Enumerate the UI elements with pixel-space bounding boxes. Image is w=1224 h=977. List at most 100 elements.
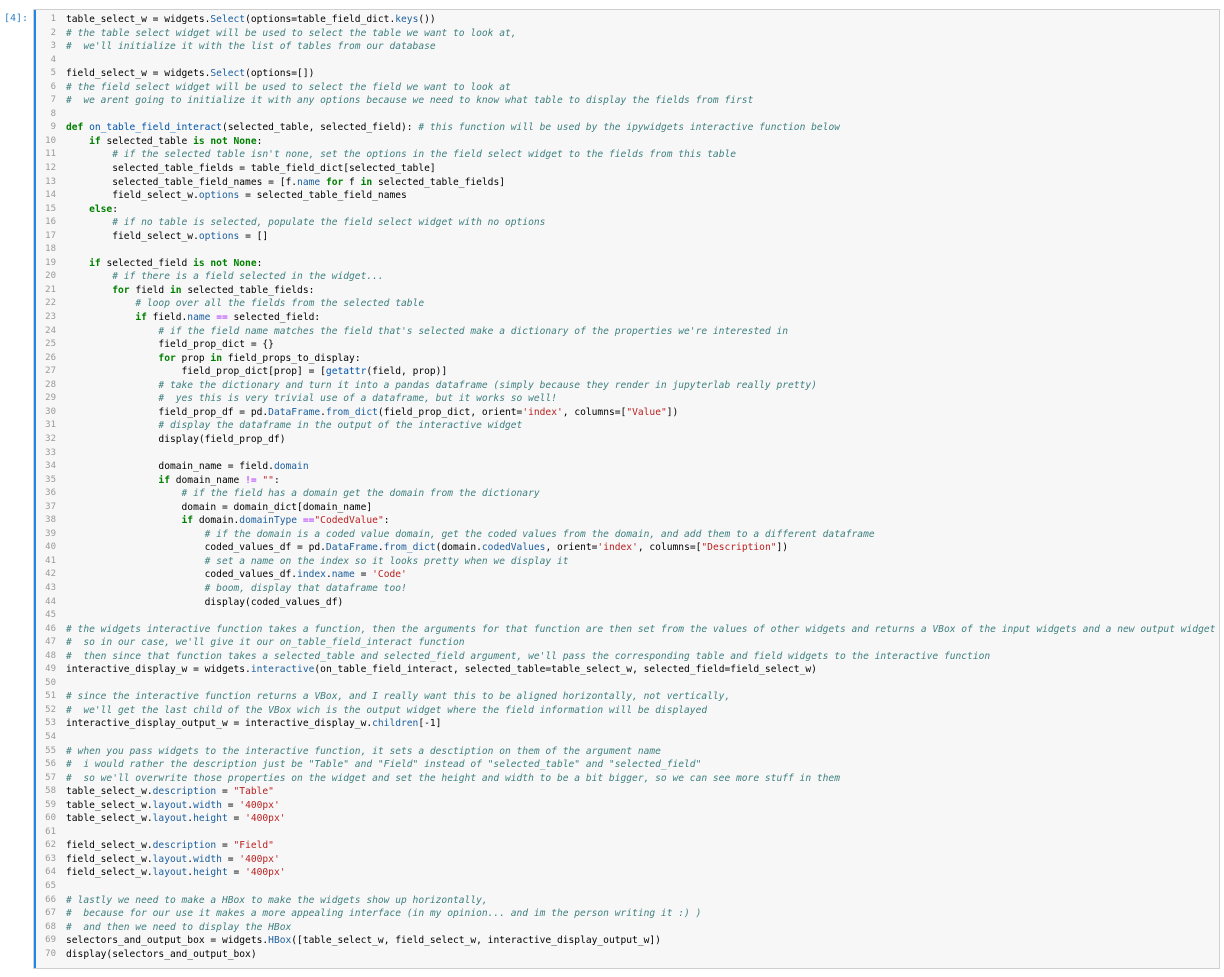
code-line[interactable]: 27 field_prop_dict[prop] = [getattr(fiel… bbox=[34, 365, 1219, 379]
code-token: '400px' bbox=[239, 799, 280, 811]
code-line[interactable]: 53 interactive_display_output_w = interac… bbox=[34, 717, 1219, 731]
code-line[interactable]: 68 # and then we need to display the HBox bbox=[34, 921, 1219, 935]
line-number: 37 bbox=[45, 501, 56, 512]
code-line[interactable]: 45 bbox=[34, 609, 1219, 623]
line-text: display(coded_values_df) bbox=[56, 596, 344, 610]
code-token: table_select_w. bbox=[66, 799, 153, 811]
code-line[interactable]: 49 interactive_display_w = widgets.intera… bbox=[34, 663, 1219, 677]
line-text: # boom, display that dataframe too! bbox=[56, 582, 407, 596]
code-cell[interactable]: 1 table_select_w = widgets.Select(options… bbox=[33, 9, 1220, 969]
code-line[interactable]: 63 field_select_w.layout.width = '400px' bbox=[34, 853, 1219, 867]
code-line[interactable]: 69 selectors_and_output_box = widgets.HBo… bbox=[34, 934, 1219, 948]
code-token: # if the field name matches the field th… bbox=[158, 325, 788, 337]
code-line[interactable]: 67 # because for our use it makes a more … bbox=[34, 907, 1219, 921]
code-token: field_props_to_display: bbox=[227, 352, 361, 364]
code-line[interactable]: 40 coded_values_df = pd.DataFrame.from_d… bbox=[34, 541, 1219, 555]
code-line[interactable]: 51 # since the interactive function retur… bbox=[34, 690, 1219, 704]
code-token: : bbox=[112, 203, 118, 215]
code-line[interactable]: 18 bbox=[34, 243, 1219, 257]
code-line[interactable]: 20 # if there is a field selected in the… bbox=[34, 270, 1219, 284]
code-line[interactable]: 19 if selected_field is not None: bbox=[34, 257, 1219, 271]
code-line[interactable]: 5 field_select_w = widgets.Select(options… bbox=[34, 67, 1219, 81]
code-line[interactable]: 17 field_select_w.options = [] bbox=[34, 230, 1219, 244]
code-line[interactable]: 1 table_select_w = widgets.Select(options… bbox=[34, 13, 1219, 27]
line-text: if domain.domainType =="CodedValue": bbox=[56, 514, 390, 528]
code-token: # boom, display that dataframe too! bbox=[204, 582, 407, 594]
code-line[interactable]: 34 domain_name = field.domain bbox=[34, 460, 1219, 474]
code-line[interactable]: 24 # if the field name matches the field… bbox=[34, 325, 1219, 339]
code-line[interactable]: 33 bbox=[34, 447, 1219, 461]
code-line[interactable]: 55 # when you pass widgets to the interac… bbox=[34, 745, 1219, 759]
code-token: , columns=[ bbox=[637, 542, 702, 554]
code-token: layout bbox=[152, 799, 188, 811]
code-line[interactable]: 59 table_select_w.layout.width = '400px' bbox=[34, 799, 1219, 813]
code-line[interactable]: 13 selected_table_field_names = [f.name … bbox=[34, 176, 1219, 190]
code-line[interactable]: 2 # the table select widget will be used … bbox=[34, 27, 1219, 41]
code-token: selected_table_field_names = [f. bbox=[66, 176, 298, 188]
code-line[interactable]: 42 coded_values_df.index.name = 'Code' bbox=[34, 568, 1219, 582]
line-number: 39 bbox=[45, 528, 56, 539]
code-line[interactable]: 4 bbox=[34, 54, 1219, 68]
code-line[interactable]: 23 if field.name == selected_field: bbox=[34, 311, 1219, 325]
code-line[interactable]: 15 else: bbox=[34, 203, 1219, 217]
code-line[interactable]: 64 field_select_w.layout.height = '400px' bbox=[34, 866, 1219, 880]
code-token: layout bbox=[152, 853, 188, 865]
code-token: = [] bbox=[239, 230, 269, 242]
code-line[interactable]: 11 # if the selected table isn't none, s… bbox=[34, 148, 1219, 162]
code-line[interactable]: 29 # yes this is very trivial use of a d… bbox=[34, 392, 1219, 406]
line-text: # then since that function takes a selec… bbox=[56, 650, 990, 664]
code-token: field_prop_dict = {} bbox=[66, 339, 274, 351]
line-text: # if no table is selected, populate the … bbox=[56, 216, 545, 230]
code-line[interactable]: 22 # loop over all the fields from the s… bbox=[34, 297, 1219, 311]
code-line[interactable]: 25 field_prop_dict = {} bbox=[34, 338, 1219, 352]
code-line[interactable]: 36 # if the field has a domain get the d… bbox=[34, 487, 1219, 501]
code-line[interactable]: 12 selected_table_fields = table_field_d… bbox=[34, 162, 1219, 176]
code-token: field_prop_df = pd. bbox=[66, 406, 269, 418]
code-line[interactable]: 35 if domain_name != "": bbox=[34, 474, 1219, 488]
code-line[interactable]: 60 table_select_w.layout.height = '400px' bbox=[34, 812, 1219, 826]
code-line[interactable]: 70 display(selectors_and_output_box) bbox=[34, 948, 1219, 962]
code-line[interactable]: 66 # lastly we need to make a HBox to mak… bbox=[34, 894, 1219, 908]
code-line[interactable]: 58 table_select_w.description = "Table" bbox=[34, 785, 1219, 799]
code-line[interactable]: 43 # boom, display that dataframe too! bbox=[34, 582, 1219, 596]
code-line[interactable]: 39 # if the domain is a coded value doma… bbox=[34, 528, 1219, 542]
line-text: # the field select widget will be used t… bbox=[56, 81, 511, 95]
code-line[interactable]: 32 display(field_prop_df) bbox=[34, 433, 1219, 447]
line-number: 29 bbox=[45, 393, 56, 404]
code-line[interactable]: 31 # display the dataframe in the output… bbox=[34, 419, 1219, 433]
code-line[interactable]: 6 # the field select widget will be used … bbox=[34, 81, 1219, 95]
line-text: # the widgets interactive function takes… bbox=[56, 623, 1215, 637]
code-line[interactable]: 3 # we'll initialize it with the list of … bbox=[34, 40, 1219, 54]
code-line[interactable]: 30 field_prop_df = pd.DataFrame.from_dic… bbox=[34, 406, 1219, 420]
code-line[interactable]: 57 # so we'll overwrite those properties … bbox=[34, 772, 1219, 786]
code-line[interactable]: 37 domain = domain_dict[domain_name] bbox=[34, 501, 1219, 515]
code-editor[interactable]: 1 table_select_w = widgets.Select(options… bbox=[34, 13, 1219, 961]
code-line[interactable]: 56 # i would rather the description just … bbox=[34, 758, 1219, 772]
code-line[interactable]: 44 display(coded_values_df) bbox=[34, 596, 1219, 610]
code-line[interactable]: 61 bbox=[34, 826, 1219, 840]
code-line[interactable]: 14 field_select_w.options = selected_tab… bbox=[34, 189, 1219, 203]
code-line[interactable]: 52 # we'll get the last child of the VBox… bbox=[34, 704, 1219, 718]
code-line[interactable]: 10 if selected_table is not None: bbox=[34, 135, 1219, 149]
code-line[interactable]: 46 # the widgets interactive function tak… bbox=[34, 623, 1219, 637]
code-line[interactable]: 62 field_select_w.description = "Field" bbox=[34, 839, 1219, 853]
code-line[interactable]: 7 # we arent going to initialize it with … bbox=[34, 94, 1219, 108]
code-line[interactable]: 47 # so in our case, we'll give it our on… bbox=[34, 636, 1219, 650]
code-line[interactable]: 41 # set a name on the index so it looks… bbox=[34, 555, 1219, 569]
code-line[interactable]: 16 # if no table is selected, populate t… bbox=[34, 216, 1219, 230]
code-line[interactable]: 38 if domain.domainType =="CodedValue": bbox=[34, 514, 1219, 528]
code-line[interactable]: 9 def on_table_field_interact(selected_ta… bbox=[34, 121, 1219, 135]
line-text: # lastly we need to make a HBox to make … bbox=[56, 894, 488, 908]
code-line[interactable]: 28 # take the dictionary and turn it int… bbox=[34, 379, 1219, 393]
code-line[interactable]: 65 bbox=[34, 880, 1219, 894]
code-token: (field, prop)] bbox=[366, 366, 448, 378]
code-line[interactable]: 50 bbox=[34, 677, 1219, 691]
code-token: # so in our case, we'll give it our on_t… bbox=[66, 637, 465, 649]
code-line[interactable]: 54 bbox=[34, 731, 1219, 745]
code-line[interactable]: 26 for prop in field_props_to_display: bbox=[34, 352, 1219, 366]
code-line[interactable]: 8 bbox=[34, 108, 1219, 122]
code-token: : bbox=[273, 474, 280, 486]
code-line[interactable]: 21 for field in selected_table_fields: bbox=[34, 284, 1219, 298]
code-line[interactable]: 48 # then since that function takes a sel… bbox=[34, 650, 1219, 664]
